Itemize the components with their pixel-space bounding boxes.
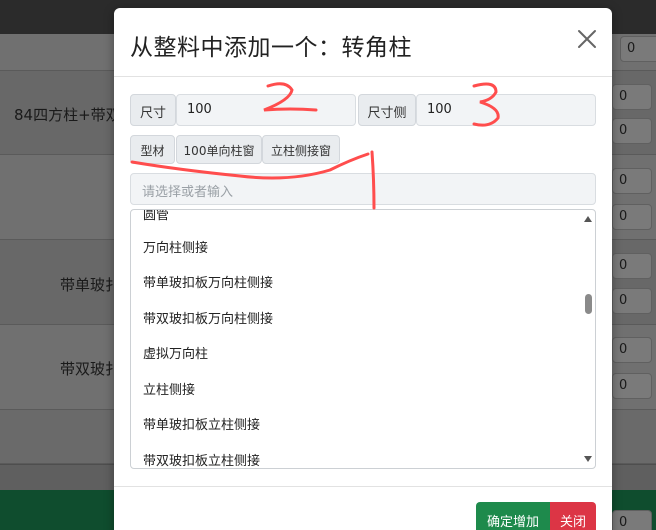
size-label: 尺寸 bbox=[130, 94, 176, 126]
list-item[interactable]: 带双玻扣板立柱侧接 bbox=[143, 450, 260, 468]
row-label: 带单玻扌 bbox=[60, 276, 121, 294]
search-input[interactable]: 请选择或者输入 bbox=[130, 173, 596, 205]
list-item[interactable]: 虚拟万向柱 bbox=[143, 343, 208, 362]
size-side-input[interactable]: 100 bbox=[416, 94, 596, 126]
modal-title: 从整料中添加一个：转角柱 bbox=[130, 35, 412, 61]
list-item[interactable]: 万向柱侧接 bbox=[143, 237, 208, 256]
tag-unidirectional-post-button[interactable]: 100单向柱窗 bbox=[176, 135, 262, 164]
row-number-input[interactable]: 0 bbox=[612, 337, 652, 363]
row-number-input[interactable]: 0 bbox=[612, 373, 652, 399]
row-number-input[interactable]: 0 bbox=[612, 253, 652, 279]
list-item[interactable]: 立柱侧接 bbox=[143, 379, 195, 398]
list-item[interactable]: 带单玻扣板万向柱侧接 bbox=[143, 272, 273, 291]
row-number-input[interactable]: 0 bbox=[612, 84, 652, 110]
scroll-up-icon[interactable] bbox=[584, 216, 592, 222]
size-input[interactable]: 100 bbox=[176, 94, 356, 126]
add-corner-post-modal: 从整料中添加一个：转角柱 尺寸 100 尺寸侧 100 型材 100单向柱窗 立… bbox=[114, 8, 612, 530]
row-number-input[interactable]: 0 bbox=[612, 168, 652, 194]
size-side-label: 尺寸侧 bbox=[358, 94, 416, 126]
row-number-input[interactable]: 0 bbox=[612, 288, 652, 314]
scroll-down-icon[interactable] bbox=[584, 456, 592, 462]
scroll-thumb[interactable] bbox=[585, 294, 592, 314]
tag-post-side-button[interactable]: 立柱侧接窗 bbox=[262, 135, 340, 164]
close-button[interactable]: 关闭 bbox=[550, 502, 596, 530]
list-item[interactable]: 圆管 bbox=[143, 210, 169, 223]
close-icon[interactable] bbox=[576, 28, 598, 50]
row-number-input[interactable]: 0 bbox=[612, 204, 652, 230]
row-number-input[interactable]: 0 bbox=[620, 36, 656, 62]
options-listbox[interactable]: 圆管 万向柱侧接 带单玻扣板万向柱侧接 带双玻扣板万向柱侧接 虚拟万向柱 立柱侧… bbox=[130, 209, 596, 469]
scrollbar[interactable] bbox=[581, 210, 595, 468]
list-item[interactable]: 带单玻扣板立柱侧接 bbox=[143, 414, 260, 433]
header-divider bbox=[114, 76, 612, 77]
row-number-input[interactable]: 0 bbox=[612, 510, 652, 530]
list-item[interactable]: 带双玻扣板万向柱侧接 bbox=[143, 308, 273, 327]
footer-divider bbox=[114, 486, 612, 487]
row-label: 带双玻扌 bbox=[60, 360, 121, 378]
confirm-add-button[interactable]: 确定增加 bbox=[476, 502, 550, 530]
row-number-input[interactable]: 0 bbox=[612, 118, 652, 144]
tag-profile-button[interactable]: 型材 bbox=[130, 135, 175, 164]
row-label: 84四方柱+带双 bbox=[14, 106, 121, 124]
